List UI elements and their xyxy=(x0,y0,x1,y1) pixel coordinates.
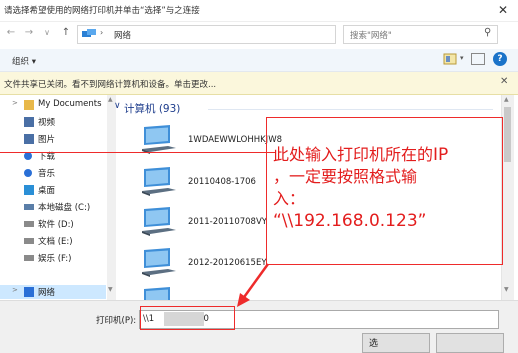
nav-item-label: 音乐 xyxy=(38,169,56,179)
nav-item-label: My Documents xyxy=(38,99,102,109)
nav-item-label: 网络 xyxy=(38,288,56,298)
group-divider xyxy=(208,109,493,110)
search-icon[interactable]: ⚲ xyxy=(484,27,491,38)
group-header-computers[interactable]: 计算机 (93) xyxy=(124,101,180,116)
nav-scroll-down-button[interactable]: ▼ xyxy=(108,286,113,293)
folder-icon xyxy=(24,100,34,110)
drive-icon xyxy=(24,238,34,244)
annotation-line-3: 入： xyxy=(273,189,306,208)
back-button[interactable]: ← xyxy=(5,27,17,38)
drive-icon xyxy=(24,221,34,227)
nav-scroll-up-button[interactable]: ▲ xyxy=(108,96,113,103)
nav-item-label: 娱乐 (F:) xyxy=(38,254,72,264)
recent-dropdown-button[interactable]: ∨ xyxy=(41,28,53,37)
annotation-box: 此处输入打印机所在的IP ，一定要按照格式输 入： “\\192.168.0.1… xyxy=(266,117,503,265)
nav-item-label: 桌面 xyxy=(38,186,56,196)
network-icon xyxy=(24,287,34,297)
drive-icon xyxy=(24,204,34,210)
music-icon xyxy=(24,169,32,177)
network-icon xyxy=(82,29,96,37)
nav-item-label: 图片 xyxy=(38,135,56,145)
info-bar-close-button[interactable]: ✕ xyxy=(500,76,508,87)
video-icon xyxy=(24,117,34,127)
up-button[interactable]: ↑ xyxy=(60,27,72,38)
nav-item[interactable]: 娱乐 (F:) xyxy=(0,251,106,265)
annotation-line-4: “\\192.168.0.123” xyxy=(273,211,427,231)
address-field[interactable]: › 网络 ∨ ↻ xyxy=(77,25,409,44)
forward-button[interactable]: → xyxy=(23,27,35,38)
nav-scrollbar[interactable]: ▲ ▼ xyxy=(107,95,116,300)
navigation-pane: > My Documents 视频 图片 下载 音乐 桌面 本地磁盘 (C:) 软件 (D:) 文… xyxy=(0,95,111,300)
content-scroll-thumb[interactable] xyxy=(504,107,511,162)
info-bar[interactable]: 文件共享已关闭。看不到网络计算机和设备。单击更改... ✕ xyxy=(0,72,518,95)
command-toolbar: 组织 ▾ ▾ ? xyxy=(0,49,518,72)
content-scroll-up-button[interactable]: ▲ xyxy=(504,96,509,103)
view-dropdown-button[interactable]: ▾ xyxy=(460,54,464,62)
nav-item[interactable]: > 网络 xyxy=(0,285,106,299)
search-placeholder: 搜索"网络" xyxy=(350,31,392,41)
nav-item[interactable]: 音乐 xyxy=(0,166,106,180)
annotation-input-highlight xyxy=(140,306,235,330)
printer-label: 打印机(P): xyxy=(96,316,137,326)
select-button[interactable]: 选 xyxy=(362,333,430,353)
nav-item[interactable]: 文档 (E:) xyxy=(0,234,106,248)
nav-expand-chevron[interactable]: > xyxy=(12,99,18,107)
computer-name: 2011-20110708VY xyxy=(188,217,267,227)
annotation-ip-word: IP xyxy=(433,145,449,165)
cancel-button[interactable] xyxy=(436,333,504,353)
nav-item-label: 文档 (E:) xyxy=(38,237,73,247)
annotation-line-1: 此处输入打印机所在的 xyxy=(273,145,434,164)
address-path[interactable]: 网络 xyxy=(114,29,131,41)
select-button-label: 选 xyxy=(369,339,379,349)
close-button[interactable]: ✕ xyxy=(494,2,512,18)
annotation-text: 此处输入打印机所在的IP ，一定要按照格式输 入： “\\192.168.0.1… xyxy=(273,144,499,232)
computer-icon xyxy=(142,207,176,236)
preview-pane-button[interactable] xyxy=(471,53,485,65)
group-collapse-chevron[interactable]: ∨ xyxy=(114,101,121,111)
nav-item-label: 软件 (D:) xyxy=(38,220,74,230)
search-input[interactable]: 搜索"网络" ⚲ xyxy=(343,25,498,44)
computer-icon xyxy=(142,248,176,277)
computer-icon xyxy=(142,167,176,196)
drive-icon xyxy=(24,255,34,261)
annotation-line-2: ，一定要按照格式输 xyxy=(273,167,418,186)
address-row: ← → ∨ ↑ › 网络 ∨ ↻ 搜索"网络" ⚲ xyxy=(0,22,518,46)
title-bar: 请选择希望使用的网络打印机并单击“选择”与之连接 ✕ xyxy=(0,0,518,22)
info-bar-message[interactable]: 文件共享已关闭。看不到网络计算机和设备。单击更改... xyxy=(4,78,216,90)
desktop-icon xyxy=(24,185,34,195)
path-chevron[interactable]: › xyxy=(100,28,103,37)
nav-item[interactable]: 软件 (D:) xyxy=(0,217,106,231)
nav-item[interactable]: > My Documents xyxy=(0,98,106,112)
annotation-arrow-icon xyxy=(237,263,270,307)
download-icon xyxy=(24,152,32,160)
annotation-line xyxy=(0,152,276,153)
view-options-icon[interactable] xyxy=(443,53,457,65)
nav-item-label: 本地磁盘 (C:) xyxy=(38,203,91,213)
pictures-icon xyxy=(24,134,34,144)
nav-item-label: 视频 xyxy=(38,118,56,128)
nav-item[interactable]: 桌面 xyxy=(0,183,106,197)
nav-expand-chevron[interactable]: > xyxy=(12,286,18,294)
nav-item[interactable]: 图片 xyxy=(0,132,106,146)
nav-item[interactable]: 视频 xyxy=(0,115,106,129)
content-scroll-down-button[interactable]: ▼ xyxy=(504,286,509,293)
help-button[interactable]: ? xyxy=(493,52,507,66)
window-title: 请选择希望使用的网络打印机并单击“选择”与之连接 xyxy=(4,6,200,16)
organize-button[interactable]: 组织 ▾ xyxy=(12,55,36,67)
nav-item[interactable]: 本地磁盘 (C:) xyxy=(0,200,106,214)
computer-name: 20110408-1706 xyxy=(188,177,256,187)
